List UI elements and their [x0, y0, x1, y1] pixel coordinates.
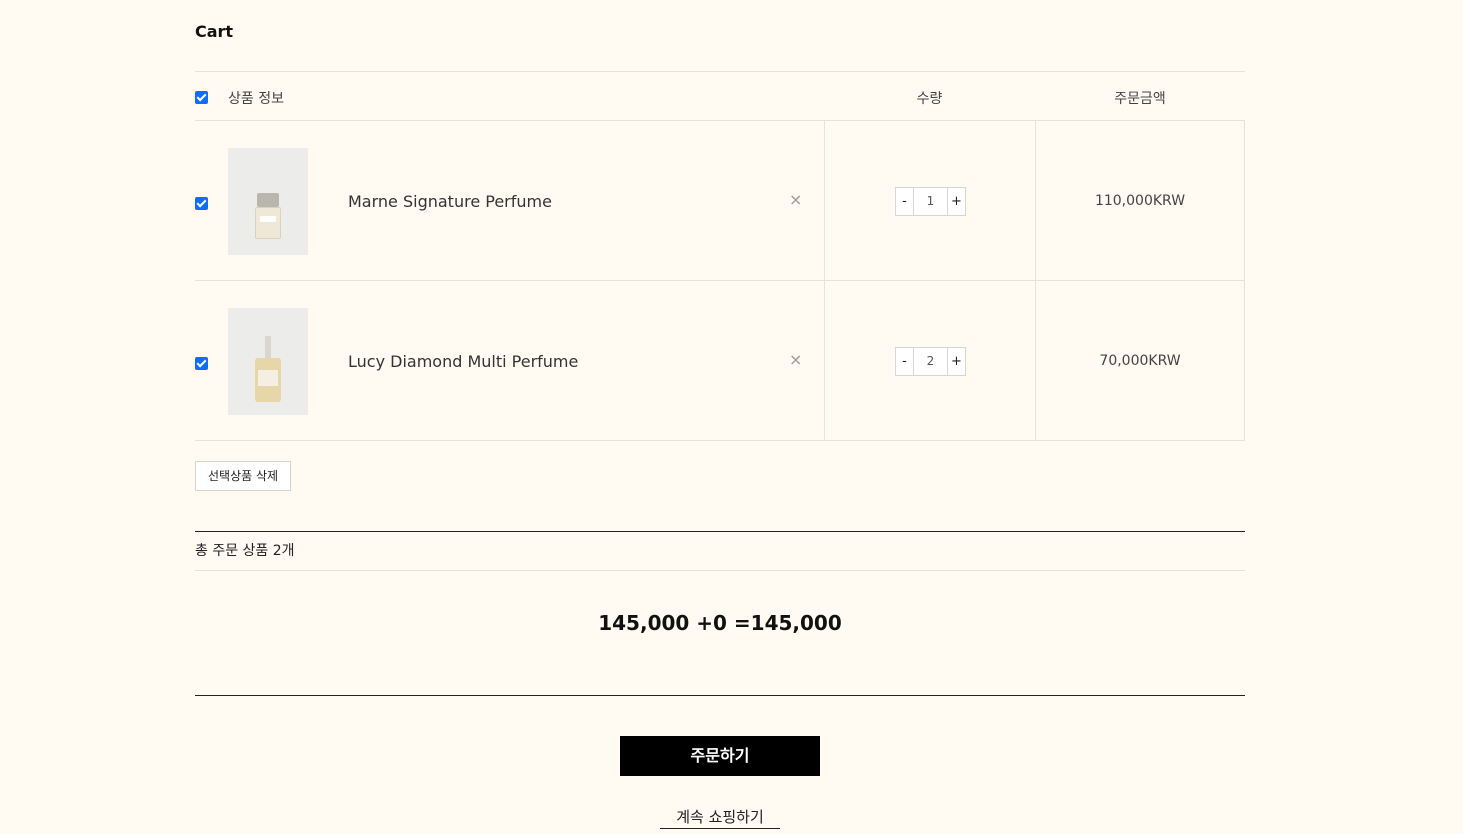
- cart-item-row: Lucy Diamond Multi Perfume × - 2 + 70,00…: [195, 281, 1245, 441]
- cart-item-row: Marne Signature Perfume × - 1 + 110,000K…: [195, 121, 1245, 281]
- item-checkbox[interactable]: [195, 195, 208, 214]
- total-price-formula: 145,000 +0 =145,000: [195, 571, 1245, 696]
- item-price: 70,000KRW: [1099, 353, 1181, 369]
- quantity-stepper: - 1 +: [895, 187, 966, 216]
- cart-table: 상품 정보 수량 주문금액 Marne Signature Perfume × …: [195, 71, 1245, 441]
- continue-shopping-link[interactable]: 계속 쇼핑하기: [660, 806, 780, 829]
- price-cell: 70,000KRW: [1035, 281, 1245, 440]
- table-header: 상품 정보 수량 주문금액: [195, 72, 1245, 121]
- perfume-bottle-icon: [255, 193, 281, 239]
- select-all-checkbox[interactable]: [195, 89, 208, 108]
- order-button[interactable]: 주문하기: [620, 736, 820, 776]
- product-image[interactable]: [228, 148, 308, 255]
- item-price: 110,000KRW: [1094, 193, 1186, 209]
- quantity-input[interactable]: 1: [914, 187, 947, 216]
- price-cell: 110,000KRW: [1035, 121, 1245, 280]
- remove-item-icon[interactable]: ×: [789, 190, 802, 209]
- product-image[interactable]: [228, 308, 308, 415]
- quantity-cell: - 1 +: [824, 121, 1035, 280]
- product-name[interactable]: Lucy Diamond Multi Perfume: [348, 352, 578, 371]
- decrease-quantity-button[interactable]: -: [895, 187, 914, 216]
- increase-quantity-button[interactable]: +: [947, 347, 966, 376]
- item-checkbox[interactable]: [195, 355, 208, 374]
- delete-selected-button[interactable]: 선택상품 삭제: [195, 461, 292, 491]
- order-summary: 총 주문 상품 2개 145,000 +0 =145,000: [195, 531, 1245, 696]
- checkbox-checked-icon: [195, 357, 208, 370]
- total-items-count: 총 주문 상품 2개: [195, 532, 1245, 571]
- checkbox-checked-icon: [195, 91, 208, 104]
- checkbox-checked-icon: [195, 197, 208, 210]
- header-order-amount: 주문금액: [1114, 91, 1166, 107]
- page-title: Cart: [195, 22, 234, 41]
- quantity-cell: - 2 +: [824, 281, 1035, 440]
- quantity-stepper: - 2 +: [895, 347, 966, 376]
- header-product-info: 상품 정보: [228, 91, 284, 107]
- header-quantity: 수량: [916, 91, 943, 107]
- perfume-bottle-icon: [255, 336, 281, 402]
- decrease-quantity-button[interactable]: -: [895, 347, 914, 376]
- quantity-input[interactable]: 2: [914, 347, 947, 376]
- product-name[interactable]: Marne Signature Perfume: [348, 192, 552, 211]
- increase-quantity-button[interactable]: +: [947, 187, 966, 216]
- remove-item-icon[interactable]: ×: [789, 350, 802, 369]
